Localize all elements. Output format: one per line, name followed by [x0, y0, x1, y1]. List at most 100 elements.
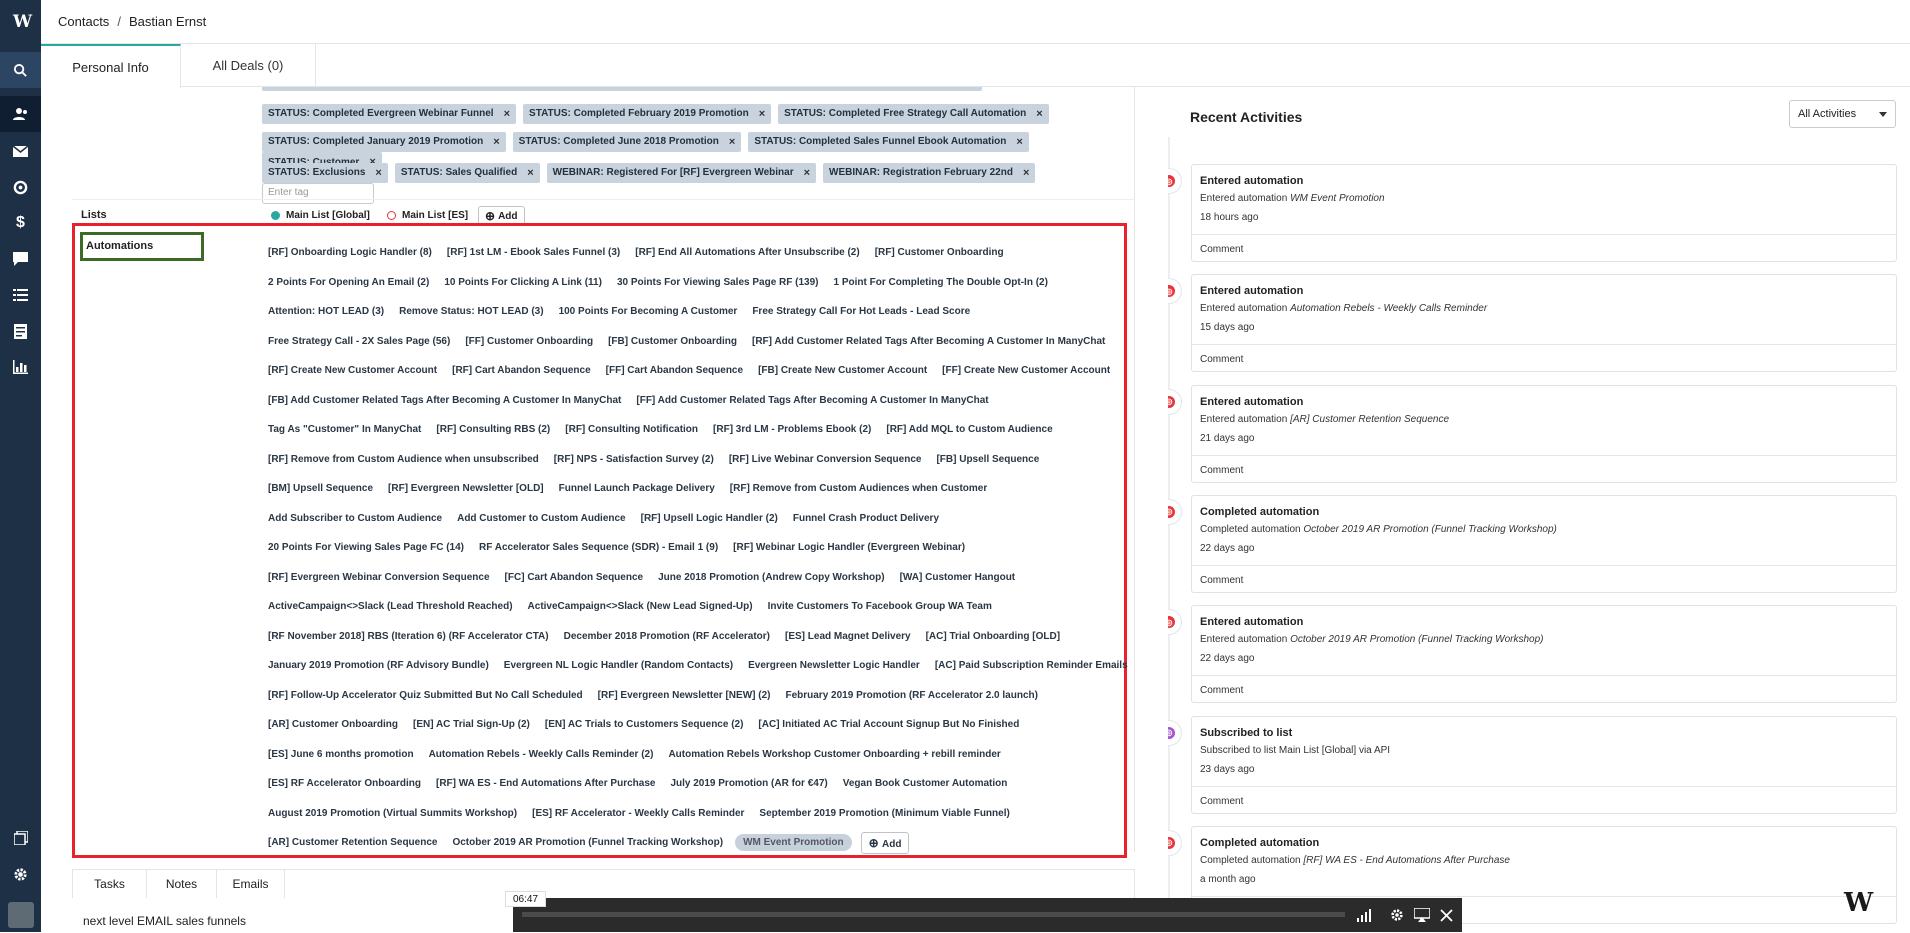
automation-tag[interactable]: January 2019 Promotion (RF Advisory Bund…	[265, 658, 492, 673]
automation-tag[interactable]: [RF] Evergreen Newsletter [OLD]	[385, 481, 547, 496]
automation-tag[interactable]: October 2019 AR Promotion (Funnel Tracki…	[449, 835, 726, 850]
remove-tag-icon[interactable]: ×	[493, 136, 499, 148]
conversations-icon[interactable]	[0, 241, 41, 277]
remove-tag-icon[interactable]: ×	[1016, 136, 1022, 148]
automation-tag[interactable]: [BM] Upsell Sequence	[265, 481, 376, 496]
contact-tag[interactable]: STATUS: Exclusions ×	[262, 162, 388, 183]
automation-tag[interactable]: [AR] Customer Retention Sequence	[265, 835, 440, 850]
tab-emails[interactable]: Emails	[217, 870, 285, 898]
app-logo[interactable]: W	[0, 0, 41, 44]
automation-tag[interactable]: ActiveCampaign<>Slack (Lead Threshold Re…	[265, 599, 516, 614]
automation-tag[interactable]: [ES] RF Accelerator Onboarding	[265, 776, 424, 791]
tab-tasks[interactable]: Tasks	[73, 870, 147, 898]
automation-tag[interactable]: [RF] Follow-Up Accelerator Quiz Submitte…	[265, 688, 586, 703]
fullscreen-icon[interactable]	[1438, 906, 1454, 924]
video-progress-bar[interactable]	[522, 912, 1345, 917]
automation-tag[interactable]: [RF] Evergreen Webinar Conversion Sequen…	[265, 570, 493, 585]
automation-tag[interactable]: [AC] Trial Onboarding [OLD]	[923, 629, 1063, 644]
automation-tag[interactable]: [FF] Cart Abandon Sequence	[603, 363, 746, 378]
contact-tag[interactable]: WEBINAR: Registered For [RF] Evergreen W…	[546, 162, 817, 183]
automation-tag-active[interactable]: WM Event Promotion	[735, 834, 852, 852]
contacts-icon[interactable]	[0, 96, 41, 132]
contact-tag[interactable]: STATUS: Sales Qualified ×	[394, 162, 540, 183]
pages-icon[interactable]	[0, 820, 41, 856]
automation-tag[interactable]: Remove Status: HOT LEAD (3)	[396, 304, 546, 319]
automation-tag[interactable]: [EN] AC Trial Sign-Up (2)	[410, 717, 533, 732]
automation-tag[interactable]: [RF] Customer Onboarding	[872, 245, 1007, 260]
automation-tag[interactable]: [RF] Cart Abandon Sequence	[449, 363, 594, 378]
add-automation-button[interactable]: ⊕ Add	[860, 831, 910, 854]
automation-tag[interactable]: [RF] Consulting RBS (2)	[433, 422, 553, 437]
deals-icon[interactable]: $	[0, 205, 41, 241]
automation-tag[interactable]: 10 Points For Clicking A Link (11)	[441, 275, 605, 290]
automation-tag[interactable]: [ES] Lead Magnet Delivery	[782, 629, 914, 644]
automation-tag[interactable]: [RF] End All Automations After Unsubscri…	[632, 245, 862, 260]
automation-tag[interactable]: [RF] 1st LM - Ebook Sales Funnel (3)	[444, 245, 623, 260]
contact-tag[interactable]: STATUS: Completed Sales Funnel Ebook Aut…	[748, 131, 1029, 152]
automation-tag[interactable]: [FC] Cart Abandon Sequence	[502, 570, 647, 585]
automation-tag[interactable]: [RF November 2018] RBS (Iteration 6) (RF…	[265, 629, 552, 644]
volume-icon[interactable]	[1357, 906, 1375, 924]
comment-button[interactable]: Comment	[1192, 344, 1896, 374]
automation-tag[interactable]: [RF] Upsell Logic Handler (2)	[638, 511, 781, 526]
automation-tag[interactable]: Invite Customers To Facebook Group WA Te…	[765, 599, 995, 614]
remove-tag-icon[interactable]: ×	[1036, 108, 1042, 120]
automation-tag[interactable]: [RF] WA ES - End Automations After Purch…	[433, 776, 658, 791]
automation-tag[interactable]: [RF] Live Webinar Conversion Sequence	[726, 452, 925, 467]
automation-tag[interactable]: Add Subscriber to Custom Audience	[265, 511, 445, 526]
automation-tag[interactable]: [RF] Create New Customer Account	[265, 363, 440, 378]
contact-tag[interactable]: STATUS: Completed June 2018 Promotion ×	[512, 131, 742, 152]
contact-tag[interactable]: WEBINAR: Registration February 22nd ×	[823, 162, 1036, 183]
automation-tag[interactable]: Add Customer to Custom Audience	[454, 511, 629, 526]
automation-tag[interactable]: December 2018 Promotion (RF Accelerator)	[561, 629, 773, 644]
breadcrumb-contacts-link[interactable]: Contacts	[58, 14, 109, 29]
automation-tag[interactable]: 2 Points For Opening An Email (2)	[265, 275, 432, 290]
automation-tag[interactable]: [RF] Add MQL to Custom Audience	[883, 422, 1055, 437]
automation-tag[interactable]: Evergreen NL Logic Handler (Random Conta…	[501, 658, 736, 673]
airplay-icon[interactable]	[1413, 906, 1431, 924]
automation-tag[interactable]: [FF] Customer Onboarding	[462, 334, 596, 349]
comment-button[interactable]: Comment	[1192, 564, 1896, 595]
tab-all-deals[interactable]: All Deals (0)	[181, 44, 316, 87]
contact-tag[interactable]: STATUS: Completed January 2019 Promotion…	[262, 131, 506, 152]
contact-tag[interactable]: STATUS: Completed Evergreen Webinar Funn…	[262, 103, 517, 124]
automation-tag[interactable]: [RF] Onboarding Logic Handler (8)	[265, 245, 435, 260]
mail-icon[interactable]	[0, 133, 41, 169]
automation-tag[interactable]: Funnel Launch Package Delivery	[556, 481, 718, 496]
remove-tag-icon[interactable]: ×	[804, 167, 810, 179]
automation-tag[interactable]: [FF] Add Customer Related Tags After Bec…	[633, 393, 991, 408]
automation-tag[interactable]: [RF] Remove from Custom Audiences when C…	[727, 481, 990, 496]
automation-tag[interactable]: [FB] Create New Customer Account	[755, 363, 930, 378]
remove-tag-icon[interactable]: ×	[527, 167, 533, 179]
reports-icon[interactable]	[0, 349, 41, 385]
remove-tag-icon[interactable]: ×	[759, 108, 765, 120]
comment-button[interactable]: Comment	[1192, 675, 1896, 705]
automation-tag[interactable]: 30 Points For Viewing Sales Page RF (139…	[614, 275, 822, 290]
automation-tag[interactable]: July 2019 Promotion (AR for €47)	[667, 776, 830, 791]
automation-tag[interactable]: 1 Point For Completing The Double Opt-In…	[831, 275, 1051, 290]
comment-button[interactable]: Comment	[1192, 454, 1896, 485]
remove-tag-icon[interactable]: ×	[1023, 167, 1029, 179]
automation-tag[interactable]: [FB] Customer Onboarding	[605, 334, 740, 349]
video-play-button[interactable]	[458, 898, 498, 932]
automation-tag[interactable]: Free Strategy Call For Hot Leads - Lead …	[749, 304, 973, 319]
automation-tag[interactable]: June 2018 Promotion (Andrew Copy Worksho…	[655, 570, 888, 585]
automation-tag[interactable]: August 2019 Promotion (Virtual Summits W…	[265, 806, 520, 821]
lists-icon[interactable]	[0, 277, 41, 313]
automation-tag[interactable]: September 2019 Promotion (Minimum Viable…	[756, 806, 1012, 821]
automation-tag[interactable]: [EN] AC Trials to Customers Sequence (2)	[542, 717, 747, 732]
automations-icon[interactable]	[0, 169, 41, 205]
automation-tag[interactable]: Tag As "Customer" In ManyChat	[265, 422, 424, 437]
remove-tag-icon[interactable]: ×	[375, 167, 381, 179]
tab-notes[interactable]: Notes	[147, 870, 217, 898]
automation-tag[interactable]: [WA] Customer Hangout	[897, 570, 1019, 585]
automation-tag[interactable]: Evergreen Newsletter Logic Handler	[745, 658, 923, 673]
list-pill-es[interactable]: Main List [ES]	[387, 210, 468, 221]
list-pill-global[interactable]: Main List [Global]	[271, 210, 370, 221]
automation-tag[interactable]: [RF] Remove from Custom Audience when un…	[265, 452, 542, 467]
user-avatar[interactable]	[0, 897, 41, 933]
comment-button[interactable]: Comment	[1192, 785, 1896, 816]
automation-tag[interactable]: 100 Points For Becoming A Customer	[556, 304, 741, 319]
video-settings-icon[interactable]	[1389, 906, 1405, 924]
automation-tag[interactable]: February 2019 Promotion (RF Accelerator …	[782, 688, 1040, 703]
